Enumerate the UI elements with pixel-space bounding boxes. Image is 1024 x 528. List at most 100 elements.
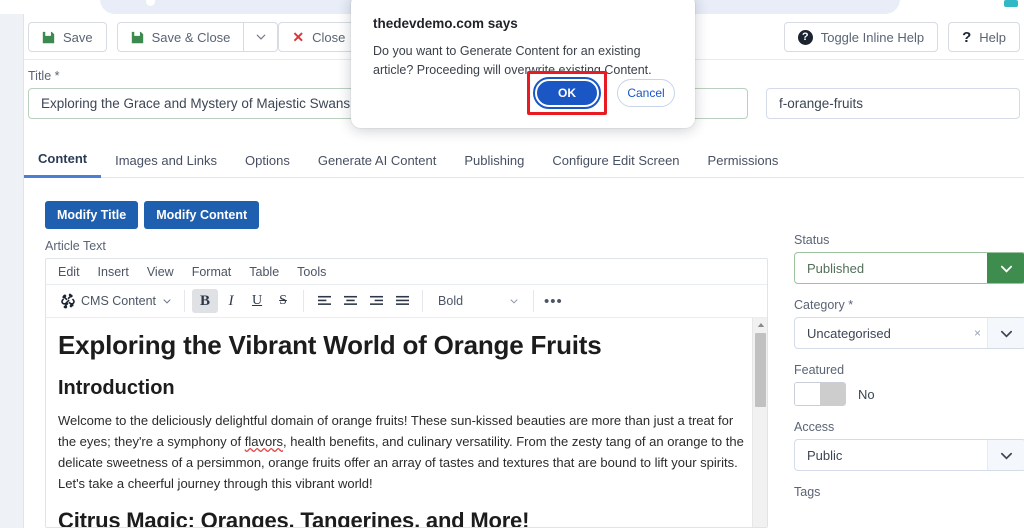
alias-input[interactable]: f-orange-fruits (766, 88, 1020, 119)
chevron-down-icon (1000, 452, 1013, 460)
toggle-inline-help-button[interactable]: ? Toggle Inline Help (783, 22, 939, 52)
category-select-value: Uncategorised (807, 325, 891, 341)
tab-images-and-links[interactable]: Images and Links (101, 153, 231, 177)
editor-menu-insert[interactable]: Insert (98, 265, 129, 279)
title-input-value: Exploring the Grace and Mystery of Majes… (41, 96, 351, 111)
cms-content-label: CMS Content (81, 294, 157, 308)
featured-field-group: Featured No (794, 363, 1024, 406)
italic-icon[interactable]: I (218, 289, 244, 313)
featured-value: No (858, 386, 875, 402)
floppy-disk-icon (131, 31, 143, 43)
article-sidebar: Status Published Category * Uncategorise… (794, 233, 1024, 513)
category-select[interactable]: Uncategorised × (794, 317, 1024, 349)
chevron-down-icon (1000, 265, 1012, 273)
editor-more-options-button[interactable]: ••• (534, 293, 573, 310)
editor-menu-tools[interactable]: Tools (297, 265, 326, 279)
editor-toolbar: CMS Content B I U S Bold ••• (46, 285, 767, 318)
editor-tab-bar: Content Images and Links Options Generat… (24, 140, 1024, 178)
modify-content-button[interactable]: Modify Content (144, 201, 260, 229)
category-clear-icon[interactable]: × (974, 326, 981, 340)
tab-generate-ai-content[interactable]: Generate AI Content (304, 153, 451, 177)
question-mark-icon: ? (962, 28, 972, 46)
scrollbar-up-arrow[interactable] (753, 318, 767, 332)
cms-content-segment: CMS Content (46, 285, 184, 317)
tab-permissions[interactable]: Permissions (694, 153, 793, 177)
strikethrough-icon[interactable]: S (270, 289, 296, 313)
featured-label: Featured (794, 363, 845, 377)
document-heading-3: Citrus Magic: Oranges, Tangerines, and M… (58, 508, 530, 527)
save-and-close-split-button: Save & Close (116, 22, 279, 52)
joomla-article-editor-page: Save Save & Close ✕ Close ? Toggle Inlin… (0, 0, 1024, 528)
save-button-label: Save (63, 29, 93, 45)
article-text-editor: Edit Insert View Format Table Tools CMS … (45, 258, 768, 528)
format-select-segment: Bold (423, 285, 533, 317)
dialog-cancel-button[interactable]: Cancel (617, 78, 675, 107)
editor-vertical-scrollbar[interactable] (752, 318, 767, 527)
cms-content-button[interactable]: CMS Content (56, 293, 177, 309)
category-label: Category * (794, 298, 854, 312)
dialog-title: thedevdemo.com says (373, 16, 518, 31)
save-button[interactable]: Save (28, 22, 107, 52)
article-text-label: Article Text (45, 239, 106, 253)
scrollbar-thumb[interactable] (755, 333, 766, 407)
joomla-logo-icon (61, 293, 75, 309)
editor-menu-table[interactable]: Table (249, 265, 279, 279)
save-dropdown-toggle[interactable] (244, 22, 279, 52)
editor-menu-edit[interactable]: Edit (58, 265, 80, 279)
underline-icon[interactable]: U (244, 289, 270, 313)
help-button-label: Help (979, 29, 1006, 45)
align-justify-icon[interactable] (389, 289, 415, 313)
editor-content-area[interactable]: Exploring the Vibrant World of Orange Fr… (46, 318, 767, 527)
modify-button-group: Modify Title Modify Content (45, 201, 260, 229)
access-select-caret[interactable] (987, 440, 1024, 470)
dialog-ok-button[interactable]: OK (533, 77, 601, 109)
text-style-segment: B I U S (185, 285, 303, 317)
toggle-knob (820, 383, 845, 405)
editor-menu-view[interactable]: View (147, 265, 174, 279)
chevron-down-icon (510, 299, 518, 304)
chevron-down-icon (163, 299, 171, 304)
tab-publishing[interactable]: Publishing (450, 153, 538, 177)
toggle-inline-help-label: Toggle Inline Help (820, 29, 925, 45)
access-field-group: Access Public (794, 420, 1024, 471)
editor-menubar: Edit Insert View Format Table Tools (46, 259, 767, 285)
tab-options[interactable]: Options (231, 153, 304, 177)
tags-field-group: Tags (794, 485, 1024, 499)
omnibox-extension-icon[interactable] (1004, 0, 1018, 7)
format-select-value: Bold (438, 294, 464, 308)
category-field-group: Category * Uncategorised × (794, 298, 1024, 349)
document-paragraph: Welcome to the deliciously delightful do… (58, 410, 745, 494)
alignment-segment (304, 285, 422, 317)
save-and-close-button[interactable]: Save & Close (116, 22, 245, 52)
status-select[interactable]: Published (794, 252, 1024, 284)
featured-toggle[interactable] (794, 382, 846, 406)
ok-button-highlight: OK (527, 71, 607, 115)
modify-title-button[interactable]: Modify Title (45, 201, 139, 229)
help-button[interactable]: ? Help (948, 22, 1020, 52)
bold-icon[interactable]: B (192, 289, 219, 313)
floppy-disk-icon (42, 31, 55, 43)
document-heading-2: Introduction (58, 377, 175, 399)
alias-field-group: Alias f-orange-fruits (766, 69, 1020, 119)
close-x-icon: ✕ (292, 29, 305, 45)
close-button[interactable]: ✕ Close (278, 22, 360, 52)
featured-toggle-row: No (794, 382, 1024, 406)
align-right-icon[interactable] (363, 289, 389, 313)
tags-label: Tags (794, 485, 821, 499)
page-left-gutter (0, 14, 24, 528)
alias-input-value: f-orange-fruits (779, 96, 864, 111)
toggle-track-off (795, 383, 820, 405)
category-select-caret[interactable] (987, 318, 1024, 348)
chevron-down-icon (256, 34, 266, 40)
access-label: Access (794, 420, 835, 434)
editor-menu-format[interactable]: Format (192, 265, 232, 279)
access-select[interactable]: Public (794, 439, 1024, 471)
align-center-icon[interactable] (337, 289, 363, 313)
tab-content[interactable]: Content (24, 151, 102, 178)
format-select[interactable]: Bold (430, 289, 526, 313)
close-button-label: Close (312, 29, 346, 45)
tab-configure-edit-screen[interactable]: Configure Edit Screen (538, 153, 693, 177)
status-select-caret[interactable] (987, 253, 1024, 283)
align-left-icon[interactable] (311, 289, 337, 313)
document-heading-1: Exploring the Vibrant World of Orange Fr… (58, 330, 602, 360)
